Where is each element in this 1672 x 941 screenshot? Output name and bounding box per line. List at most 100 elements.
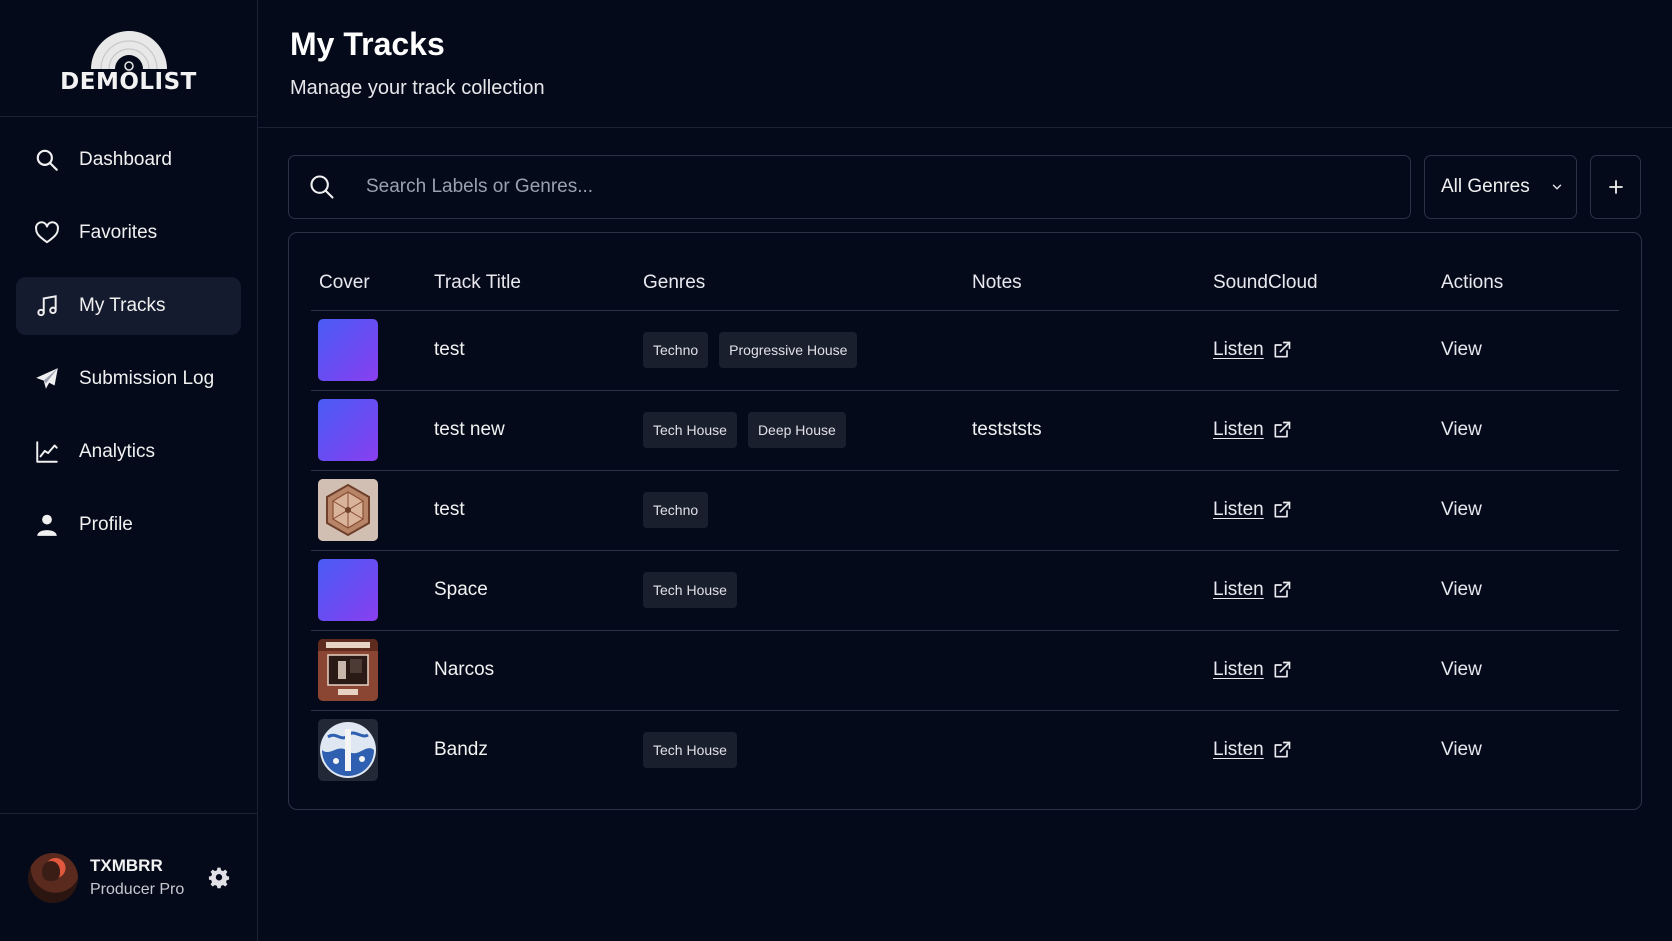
avatar[interactable] xyxy=(28,852,78,903)
external-link-icon xyxy=(1274,421,1291,438)
sidebar-item-submission-log[interactable]: Submission Log xyxy=(16,350,241,408)
genre-tag: Techno xyxy=(643,492,709,528)
sidebar-item-label: Analytics xyxy=(79,441,156,462)
track-cover-image xyxy=(318,639,378,701)
external-link-icon xyxy=(1274,341,1291,358)
genre-tag: Tech House xyxy=(643,572,737,608)
sidebar-item-favorites[interactable]: Favorites xyxy=(16,204,241,262)
soundcloud-listen-link[interactable]: Listen xyxy=(1213,579,1292,601)
search-icon xyxy=(34,147,60,173)
search-box xyxy=(288,155,1411,219)
line-chart-icon xyxy=(34,439,60,465)
genre-tag: Deep House xyxy=(747,412,846,448)
sidebar-item-label: Profile xyxy=(79,514,133,535)
track-title: test xyxy=(434,470,643,551)
external-link-icon xyxy=(1274,741,1291,758)
listen-label: Listen xyxy=(1213,579,1264,600)
brand-name: DEMOLIST xyxy=(60,69,197,95)
gear-icon xyxy=(209,867,230,888)
soundcloud-listen-link[interactable]: Listen xyxy=(1213,499,1292,521)
sidebar-nav: Dashboard Favorites My Tracks Submission… xyxy=(0,117,257,569)
tracks-table-card: Cover Track Title Genres Notes SoundClou… xyxy=(288,232,1642,810)
heart-icon xyxy=(34,220,60,246)
column-header-actions: Actions xyxy=(1441,233,1619,311)
sidebar: DEMOLIST Dashboard Favorites My Tracks S… xyxy=(0,0,258,941)
paper-plane-icon xyxy=(34,366,60,392)
track-title: Narcos xyxy=(434,630,643,711)
genre-filter-select[interactable]: All Genres xyxy=(1424,155,1577,219)
view-track-link[interactable]: View xyxy=(1441,339,1482,360)
view-track-link[interactable]: View xyxy=(1441,659,1482,680)
genre-filter-value: All Genres xyxy=(1441,176,1530,197)
soundcloud-listen-link[interactable]: Listen xyxy=(1213,419,1292,441)
column-header-notes: Notes xyxy=(972,233,1213,311)
column-header-cover: Cover xyxy=(311,233,434,311)
column-header-soundcloud: SoundCloud xyxy=(1213,233,1441,311)
listen-label: Listen xyxy=(1213,739,1264,761)
listen-label: Listen xyxy=(1213,659,1264,680)
column-header-track-title: Track Title xyxy=(434,233,643,311)
main-content: My Tracks Manage your track collection A… xyxy=(258,0,1672,941)
soundcloud-listen-link[interactable]: Listen xyxy=(1213,739,1292,761)
settings-button[interactable] xyxy=(206,865,232,891)
track-cover-image xyxy=(318,719,378,782)
search-input[interactable] xyxy=(366,156,1410,218)
sidebar-item-dashboard[interactable]: Dashboard xyxy=(16,131,241,189)
sidebar-item-label: Favorites xyxy=(79,222,158,243)
page-title: My Tracks xyxy=(290,26,445,62)
app: DEMOLIST Dashboard Favorites My Tracks S… xyxy=(0,0,1672,941)
track-notes xyxy=(972,710,1213,790)
sidebar-item-profile[interactable]: Profile xyxy=(16,496,241,554)
listen-label: Listen xyxy=(1213,499,1264,520)
soundcloud-listen-link[interactable]: Listen xyxy=(1213,659,1292,681)
chevron-down-icon xyxy=(1552,184,1562,190)
track-title: test new xyxy=(434,390,643,471)
sidebar-item-label: Dashboard xyxy=(79,149,172,170)
tracks-table: Cover Track Title Genres Notes SoundClou… xyxy=(311,233,1619,790)
track-notes xyxy=(972,630,1213,711)
vinyl-logo-icon xyxy=(90,31,167,71)
view-track-link[interactable]: View xyxy=(1441,579,1482,600)
search-icon xyxy=(310,175,334,199)
genre-tag: Progressive House xyxy=(719,332,858,368)
page-subtitle: Manage your track collection xyxy=(290,77,545,99)
toolbar: All Genres xyxy=(258,128,1672,219)
track-title: test xyxy=(434,310,643,391)
music-note-icon xyxy=(34,293,60,319)
track-notes xyxy=(972,470,1213,551)
add-track-button[interactable] xyxy=(1590,155,1641,219)
page-header: My Tracks Manage your track collection xyxy=(258,0,1672,128)
table-row: test Techno Progressive House Listen View xyxy=(311,310,1619,391)
soundcloud-listen-link[interactable]: Listen xyxy=(1213,339,1292,361)
sidebar-item-my-tracks[interactable]: My Tracks xyxy=(16,277,241,335)
plus-icon xyxy=(1608,180,1623,194)
genre-tag: Tech House xyxy=(643,412,737,448)
track-cover-image xyxy=(318,319,378,381)
table-row: test new Tech House Deep House testststs … xyxy=(311,390,1619,471)
table-row: Space Tech House Listen View xyxy=(311,550,1619,631)
listen-label: Listen xyxy=(1213,339,1264,360)
track-cover-image xyxy=(318,399,378,461)
view-track-link[interactable]: View xyxy=(1441,739,1482,760)
track-cover-image xyxy=(318,479,378,541)
genre-tag: Tech House xyxy=(643,732,737,769)
external-link-icon xyxy=(1274,501,1291,518)
track-notes xyxy=(972,550,1213,631)
external-link-icon xyxy=(1274,581,1291,598)
sidebar-item-label: My Tracks xyxy=(79,295,166,316)
user-role: Producer Pro xyxy=(90,881,185,898)
logo[interactable]: DEMOLIST xyxy=(0,0,257,117)
track-cover-image xyxy=(318,559,378,621)
view-track-link[interactable]: View xyxy=(1441,499,1482,520)
table-row: test Techno Listen View xyxy=(311,470,1619,551)
sidebar-item-analytics[interactable]: Analytics xyxy=(16,423,241,481)
track-title: Space xyxy=(434,550,643,631)
column-header-genres: Genres xyxy=(643,233,972,311)
table-row: Bandz Tech House Listen View xyxy=(311,710,1619,790)
user-icon xyxy=(34,512,60,538)
view-track-link[interactable]: View xyxy=(1441,419,1482,440)
sidebar-item-label: Submission Log xyxy=(79,368,215,389)
user-card: TXMBRR Producer Pro xyxy=(0,813,257,941)
track-notes: testststs xyxy=(972,390,1213,471)
track-notes xyxy=(972,310,1213,391)
